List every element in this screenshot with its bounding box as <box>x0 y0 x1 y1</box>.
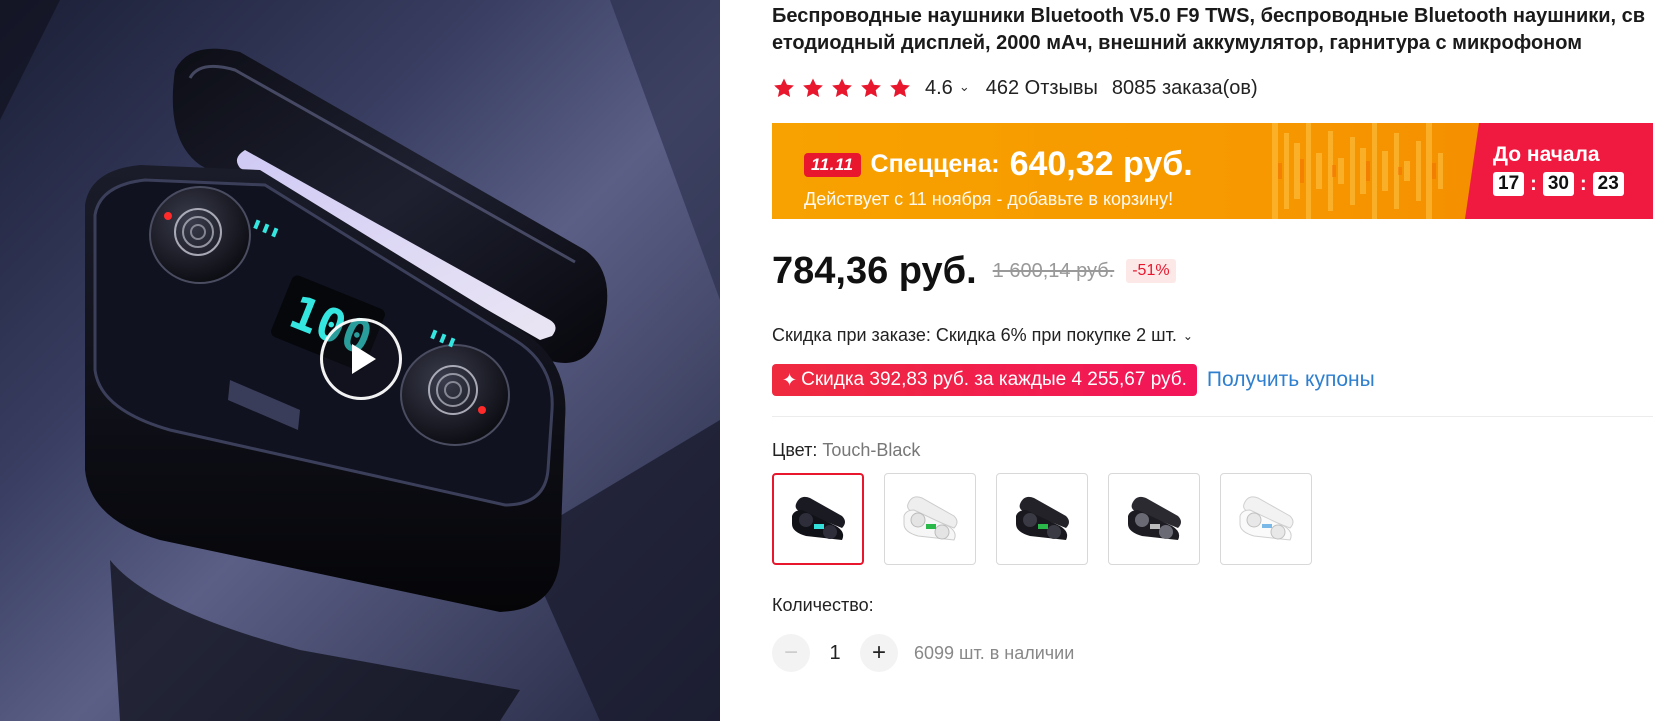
current-price: 784,36 руб. <box>772 249 977 292</box>
quantity-decrease-button[interactable]: − <box>772 634 810 672</box>
rating-row: 4.6 ⌄ 462 Отзывы 8085 заказа(ов) <box>772 73 1652 103</box>
color-label-text: Цвет: <box>772 440 823 460</box>
promo-decoration <box>1272 123 1443 219</box>
promo-price: 640,32 руб. <box>1009 145 1193 183</box>
color-swatch-white-display[interactable] <box>884 473 976 565</box>
color-swatches <box>772 473 1652 565</box>
product-image[interactable]: 100 <box>0 0 720 721</box>
swatch-thumbnail <box>903 496 958 541</box>
order-discount[interactable]: Скидка при заказе: Скидка 6% при покупке… <box>772 325 1652 346</box>
product-title: Беспроводные наушники Bluetooth V5.0 F9 … <box>772 5 1646 54</box>
star-icon <box>890 77 910 97</box>
color-label: Цвет: Touch-Black <box>772 440 1652 461</box>
original-price: 1 600,14 руб. <box>992 259 1115 282</box>
star-icon <box>861 77 881 97</box>
countdown-title: До начала <box>1493 143 1600 166</box>
rating-dropdown-chevron-icon[interactable]: ⌄ <box>959 79 970 95</box>
color-swatch-black-classic[interactable] <box>1108 473 1200 565</box>
countdown-separator: : <box>1579 172 1587 195</box>
stock-available: 6099 шт. в наличии <box>914 642 1075 663</box>
chevron-down-icon: ⌄ <box>1182 328 1193 343</box>
coupon-text: Скидка 392,83 руб. за каждые 4 255,67 ру… <box>801 369 1187 390</box>
swatch-thumbnail <box>792 496 845 540</box>
play-icon <box>352 344 376 374</box>
orders-count: 8085 заказа(ов) <box>1111 76 1258 99</box>
rating-stars[interactable] <box>772 77 912 100</box>
quantity-stepper: − 1 + 6099 шт. в наличии <box>772 634 1652 672</box>
promo-note: Действует с 11 ноября - добавьте в корзи… <box>804 189 1174 209</box>
star-icon <box>832 77 852 97</box>
color-swatch-black-touch[interactable] <box>772 473 864 565</box>
quantity-value[interactable]: 1 <box>810 642 860 665</box>
product-info: Беспроводные наушники Bluetooth V5.0 F9 … <box>772 0 1653 672</box>
get-coupons-link[interactable]: Получить купоны <box>1207 368 1375 392</box>
star-icon <box>803 77 823 97</box>
promo-label: Спеццена: <box>870 150 1000 178</box>
promo-banner: 11.11 Спеццена: 640,32 руб. Действует с … <box>772 123 1653 219</box>
swatch-thumbnail <box>1239 496 1294 541</box>
quantity-label: Количество: <box>772 595 874 615</box>
coupon-row: ✦ Скидка 392,83 руб. за каждые 4 255,67 … <box>772 364 1652 396</box>
countdown-minutes: 30 <box>1542 172 1574 196</box>
price-row: 784,36 руб. 1 600,14 руб. -51% <box>772 249 1652 293</box>
star-icon <box>774 77 794 97</box>
countdown-seconds: 23 <box>1592 172 1624 196</box>
sale-badge: 11.11 <box>804 152 861 177</box>
rating-score: 4.6 <box>925 76 953 99</box>
countdown-hours: 17 <box>1493 172 1525 196</box>
order-discount-text: Скидка при заказе: Скидка 6% при покупке… <box>772 325 1177 345</box>
countdown-separator: : <box>1530 172 1537 195</box>
reviews-link[interactable]: 462 Отзывы <box>986 77 1098 100</box>
swatch-thumbnail <box>1128 496 1181 540</box>
countdown: До начала 17 : 30 : 23 <box>1465 123 1653 219</box>
play-video-button[interactable] <box>320 318 402 400</box>
coupon-badge: ✦ Скидка 392,83 руб. за каждые 4 255,67 … <box>772 364 1197 396</box>
color-swatch-white-classic[interactable] <box>1220 473 1312 565</box>
sparkle-icon: ✦ <box>782 369 798 390</box>
discount-badge: -51% <box>1126 259 1176 283</box>
quantity-increase-button[interactable]: + <box>860 634 898 672</box>
color-swatch-black-display[interactable] <box>996 473 1088 565</box>
divider <box>772 416 1653 417</box>
swatch-thumbnail <box>1016 496 1069 540</box>
selected-color-value: Touch-Black <box>822 440 921 460</box>
